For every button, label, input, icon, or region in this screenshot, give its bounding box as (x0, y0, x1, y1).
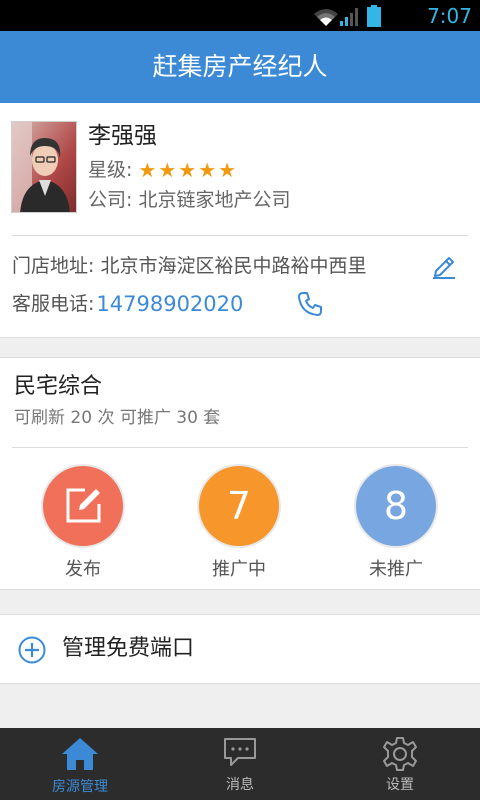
nav-label-listings: 房源管理 (52, 779, 108, 795)
promoting-label: 推广中 (212, 559, 266, 580)
company-row: 公司: 北京链家地产公司 (88, 187, 290, 213)
nav-label-settings: 设置 (386, 777, 414, 793)
not-promoted-button[interactable]: 8 未推广 (354, 466, 438, 582)
not-promoted-count[interactable]: 8 (356, 466, 436, 546)
pencil-edit-icon[interactable] (431, 254, 457, 280)
divider (12, 447, 468, 448)
gear-icon (383, 737, 417, 771)
agent-name: 李强强 (88, 123, 157, 149)
star-icon: ★ (178, 158, 197, 182)
star-icon: ★ (138, 158, 157, 182)
status-time: 7:07 (427, 4, 472, 28)
promoting-count[interactable]: 7 (199, 466, 279, 546)
avatar (11, 121, 77, 213)
address-value: 北京市海淀区裕民中路裕中西里 (100, 255, 367, 277)
plus-circle-icon (18, 636, 46, 664)
edit-icon (66, 488, 101, 523)
star-icon: ★ (158, 158, 177, 182)
signal-icon (340, 8, 358, 26)
not-promoted-label: 未推广 (369, 559, 423, 580)
bottom-navigation: 房源管理 消息 设置 (0, 728, 480, 800)
publish-label: 发布 (65, 559, 101, 580)
nav-tab-listings[interactable]: 房源管理 (0, 728, 160, 800)
agent-profile-card: 李强强 星级: ★ ★ ★ ★ ★ 公司: 北京链家地产公司 门店地址: 北京市… (0, 103, 480, 338)
divider (12, 235, 468, 236)
home-icon (62, 738, 98, 770)
nav-label-messages: 消息 (226, 777, 254, 793)
star-icon: ★ (218, 158, 237, 182)
phone-label: 客服电话: (12, 293, 95, 315)
manage-free-ports-label: 管理免费端口 (62, 636, 195, 661)
page-title: 赶集房产经纪人 (152, 52, 328, 81)
message-icon (224, 738, 256, 766)
service-phone-row: 客服电话: 14798902020 (12, 290, 243, 318)
publish-button[interactable]: 发布 (41, 466, 125, 582)
summary-subtitle: 可刷新 20 次 可推广 30 套 (14, 408, 221, 428)
nav-tab-settings[interactable]: 设置 (320, 728, 480, 800)
company-label: 公司: (88, 189, 133, 211)
publish-circle[interactable] (43, 466, 123, 546)
listing-summary-card: 民宅综合 可刷新 20 次 可推广 30 套 发布 7 推广中 8 未推广 (0, 357, 480, 590)
promoting-button[interactable]: 7 推广中 (197, 466, 281, 582)
company-name: 北京链家地产公司 (138, 189, 291, 211)
star-rating: ★ ★ ★ ★ ★ (138, 157, 238, 183)
rating-row: 星级: ★ ★ ★ ★ ★ (88, 157, 238, 183)
wifi-icon (314, 9, 338, 26)
status-icons (314, 5, 381, 27)
rating-label: 星级: (88, 159, 133, 181)
store-address-row: 门店地址: 北京市海淀区裕民中路裕中西里 (12, 253, 366, 279)
phone-icon[interactable] (297, 291, 323, 317)
app-title-bar: 赶集房产经纪人 (0, 31, 480, 103)
battery-icon (367, 5, 381, 27)
summary-title: 民宅综合 (14, 374, 103, 399)
address-label: 门店地址: (12, 255, 95, 277)
status-bar: 7:07 (0, 0, 480, 31)
phone-number-link[interactable]: 14798902020 (96, 290, 243, 318)
avatar-photo (12, 122, 76, 212)
manage-free-ports-button[interactable]: 管理免费端口 (0, 614, 480, 684)
star-icon: ★ (198, 158, 217, 182)
nav-tab-messages[interactable]: 消息 (160, 728, 320, 800)
